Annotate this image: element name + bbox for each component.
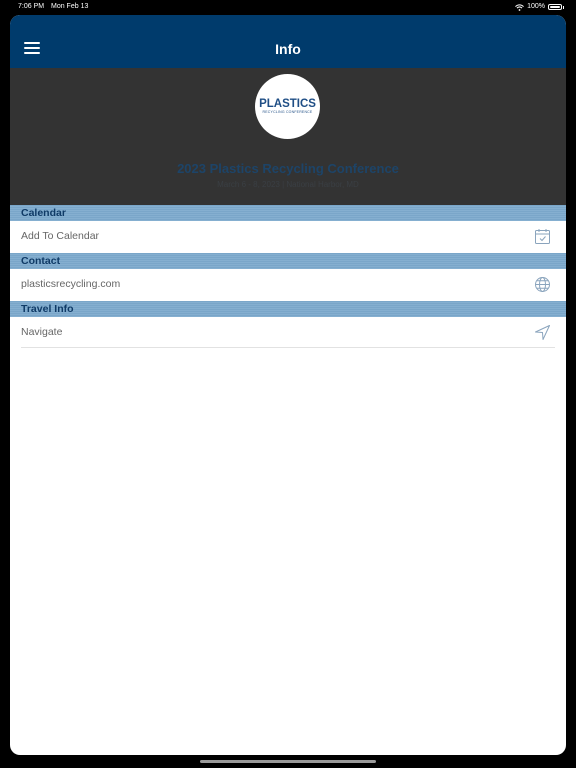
logo-sub-text: RECYCLING CONFERENCE xyxy=(262,110,313,114)
navigate-row[interactable]: Navigate xyxy=(10,317,566,348)
add-to-calendar-row[interactable]: Add To Calendar xyxy=(10,221,566,252)
navigate-label: Navigate xyxy=(21,326,63,338)
globe-icon xyxy=(535,277,550,292)
calendar-check-icon xyxy=(535,229,550,244)
info-sheet: Info PLASTICS RECYCLING CONFERENCE 2023 … xyxy=(10,15,566,755)
navigation-bar: Info xyxy=(10,15,566,68)
event-subtitle: March 6 - 8, 2023 | National Harbor, MD xyxy=(217,180,359,189)
page-title: Info xyxy=(275,41,301,57)
status-bar: 7:06 PM Mon Feb 13 100% xyxy=(0,0,576,14)
battery-percent: 100% xyxy=(527,3,545,10)
website-link[interactable]: plasticsrecycling.com xyxy=(21,278,120,290)
navigation-arrow-icon xyxy=(535,325,550,340)
status-indicators: 100% xyxy=(515,0,564,14)
section-header-calendar: Calendar xyxy=(10,205,566,221)
status-date: Mon Feb 13 xyxy=(51,3,89,10)
status-time: 7:06 PM xyxy=(18,3,45,10)
section-header-travel-info: Travel Info xyxy=(10,301,566,317)
event-title: 2023 Plastics Recycling Conference xyxy=(177,161,399,176)
event-hero: PLASTICS RECYCLING CONFERENCE 2023 Plast… xyxy=(10,68,566,205)
home-indicator xyxy=(200,760,376,763)
website-row[interactable]: plasticsrecycling.com xyxy=(10,269,566,300)
wifi-icon xyxy=(515,3,524,11)
row-divider xyxy=(21,347,555,348)
battery-icon xyxy=(548,4,562,10)
logo-main-text: PLASTICS xyxy=(259,98,316,110)
section-header-contact: Contact xyxy=(10,253,566,269)
add-to-calendar-label: Add To Calendar xyxy=(21,230,100,242)
battery-cap xyxy=(563,5,564,9)
event-logo: PLASTICS RECYCLING CONFERENCE xyxy=(255,74,320,139)
